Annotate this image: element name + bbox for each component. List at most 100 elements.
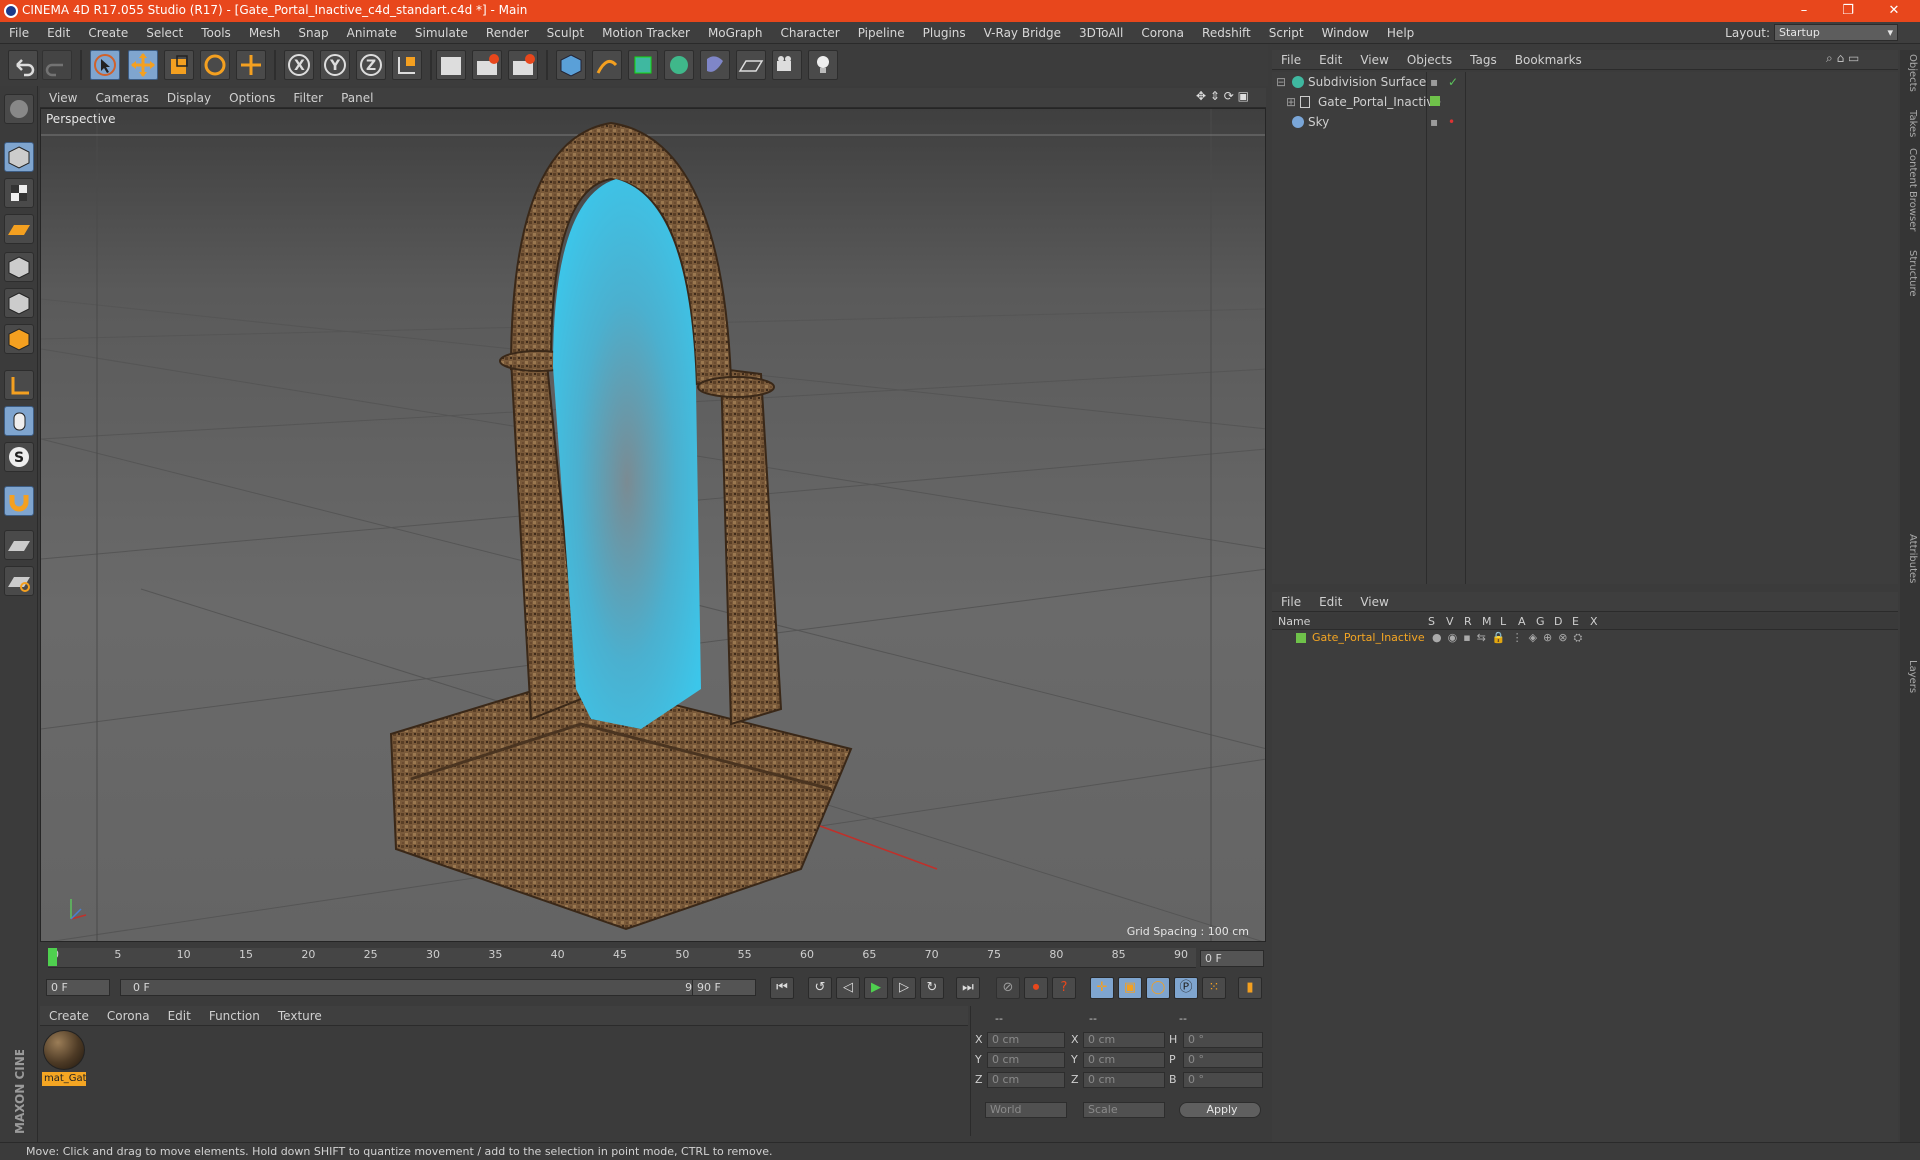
- coordinate-mode-dropdown[interactable]: World: [985, 1102, 1067, 1118]
- visibility-toggle[interactable]: ▪: [1430, 72, 1438, 92]
- rotation-p-field[interactable]: 0 °: [1183, 1052, 1263, 1068]
- planar-workplane-button[interactable]: [4, 566, 34, 596]
- key-rotation-button[interactable]: ◯: [1146, 977, 1170, 999]
- restore-button[interactable]: ❐: [1828, 2, 1868, 20]
- menu-redshift[interactable]: Redshift: [1193, 22, 1260, 44]
- coordinate-system-button[interactable]: [392, 50, 422, 80]
- model-mode-button[interactable]: [4, 142, 34, 172]
- position-z-field[interactable]: 0 cm: [987, 1072, 1065, 1088]
- object-menu-view[interactable]: View: [1351, 50, 1397, 70]
- camera-button[interactable]: [772, 50, 802, 80]
- record-keys-button[interactable]: ⊘: [996, 977, 1020, 999]
- expand-icon[interactable]: ⊞: [1286, 92, 1296, 112]
- timeline-ticks[interactable]: 051015202530354045505560657075808590: [48, 948, 1196, 968]
- size-mode-dropdown[interactable]: Scale: [1083, 1102, 1165, 1118]
- layer-menu-view[interactable]: View: [1351, 592, 1397, 612]
- workplane-button[interactable]: [4, 214, 34, 244]
- redo-button[interactable]: [42, 50, 72, 80]
- viewport-menu-display[interactable]: Display: [158, 88, 220, 108]
- menu-render[interactable]: Render: [477, 22, 538, 44]
- position-x-field[interactable]: 0 cm: [987, 1032, 1065, 1048]
- layer-row[interactable]: Gate_Portal_Inactive ●◉▪⇆🔒⋮◈⊕⊗⛭: [1272, 630, 1898, 646]
- frame-range-slider[interactable]: 0 F 90 F: [120, 979, 720, 996]
- timeline-window-button[interactable]: ▮: [1238, 977, 1262, 999]
- layer-flag-icons[interactable]: ●◉▪⇆🔒⋮◈⊕⊗⛭: [1432, 630, 1588, 646]
- subdivision-button[interactable]: [628, 50, 658, 80]
- menu-snap[interactable]: Snap: [289, 22, 337, 44]
- menu-script[interactable]: Script: [1260, 22, 1313, 44]
- key-pla-button[interactable]: ⁙: [1202, 977, 1226, 999]
- viewport-nav-icons[interactable]: ✥ ⇕ ⟳ ▣: [1196, 89, 1266, 107]
- object-row-gate[interactable]: ⊞ Gate_Portal_Inactive: [1272, 92, 1898, 112]
- menu-file[interactable]: File: [0, 22, 38, 44]
- viewport-menu-options[interactable]: Options: [220, 88, 284, 108]
- cloner-button[interactable]: [664, 50, 694, 80]
- menu-simulate[interactable]: Simulate: [406, 22, 477, 44]
- side-tab-objects[interactable]: Objects: [1902, 54, 1918, 92]
- deformer-button[interactable]: [700, 50, 730, 80]
- material-menu-create[interactable]: Create: [40, 1006, 98, 1026]
- size-y-field[interactable]: 0 cm: [1083, 1052, 1165, 1068]
- object-menu-file[interactable]: File: [1272, 50, 1310, 70]
- y-axis-lock-button[interactable]: Y: [320, 50, 350, 80]
- close-button[interactable]: ✕: [1874, 2, 1914, 20]
- rotation-h-field[interactable]: 0 °: [1183, 1032, 1263, 1048]
- menu-motion-tracker[interactable]: Motion Tracker: [593, 22, 699, 44]
- rotation-b-field[interactable]: 0 °: [1183, 1072, 1263, 1088]
- render-picture-viewer-button[interactable]: [472, 50, 502, 80]
- render-dot-icon[interactable]: •: [1448, 112, 1455, 132]
- rotate-tool-button[interactable]: [200, 50, 230, 80]
- material-menu-texture[interactable]: Texture: [269, 1006, 331, 1026]
- size-z-field[interactable]: 0 cm: [1083, 1072, 1165, 1088]
- menu-window[interactable]: Window: [1313, 22, 1378, 44]
- key-parameter-button[interactable]: Ⓟ: [1174, 977, 1198, 999]
- minimize-button[interactable]: –: [1784, 2, 1824, 20]
- layer-color-swatch[interactable]: [1430, 96, 1440, 106]
- edges-mode-button[interactable]: [4, 288, 34, 318]
- material-name[interactable]: mat_Gat: [42, 1072, 86, 1086]
- light-button[interactable]: [808, 50, 838, 80]
- menu-corona[interactable]: Corona: [1132, 22, 1193, 44]
- object-row-sky[interactable]: Sky ▪ •: [1272, 112, 1898, 132]
- transform-tool-button[interactable]: [236, 50, 266, 80]
- material-manager[interactable]: mat_Gat: [40, 1026, 968, 1136]
- side-tab-structure[interactable]: Structure: [1902, 250, 1918, 297]
- viewport-menu-view[interactable]: View: [40, 88, 86, 108]
- viewport-perspective[interactable]: Perspective Grid Spacing: 100 cm: [40, 108, 1266, 942]
- undo-button[interactable]: [8, 50, 38, 80]
- axis-mode-button[interactable]: [4, 370, 34, 400]
- end-frame-field[interactable]: 90 F: [692, 979, 756, 996]
- spline-pen-button[interactable]: [592, 50, 622, 80]
- key-scale-button[interactable]: ▣: [1118, 977, 1142, 999]
- menu-animate[interactable]: Animate: [338, 22, 406, 44]
- enabled-check-icon[interactable]: ✓: [1448, 72, 1458, 92]
- key-position-button[interactable]: ✛: [1090, 977, 1114, 999]
- side-tab-layers[interactable]: Layers: [1902, 660, 1918, 693]
- side-tab-content-browser[interactable]: Content Browser: [1902, 148, 1918, 231]
- layer-menu-edit[interactable]: Edit: [1310, 592, 1351, 612]
- x-axis-lock-button[interactable]: X: [284, 50, 314, 80]
- keyframe-selection-button[interactable]: ?: [1052, 977, 1076, 999]
- z-axis-lock-button[interactable]: Z: [356, 50, 386, 80]
- menu-3dtoall[interactable]: 3DToAll: [1070, 22, 1132, 44]
- texture-mode-button[interactable]: [4, 178, 34, 208]
- side-tab-attributes[interactable]: Attributes: [1902, 534, 1918, 583]
- play-button[interactable]: ▶: [864, 977, 888, 999]
- viewport-menu-filter[interactable]: Filter: [284, 88, 332, 108]
- menu-select[interactable]: Select: [137, 22, 192, 44]
- playhead-marker[interactable]: [48, 948, 57, 966]
- points-mode-button[interactable]: [4, 252, 34, 282]
- lock-workplane-button[interactable]: [4, 530, 34, 560]
- menu-mesh[interactable]: Mesh: [240, 22, 290, 44]
- menu-character[interactable]: Character: [771, 22, 848, 44]
- current-frame-field[interactable]: 0 F: [1200, 950, 1264, 967]
- previous-key-button[interactable]: ↺: [808, 977, 832, 999]
- render-settings-button[interactable]: [508, 50, 538, 80]
- menu-v-ray-bridge[interactable]: V-Ray Bridge: [975, 22, 1070, 44]
- layer-color-swatch[interactable]: [1296, 633, 1306, 643]
- size-x-field[interactable]: 0 cm: [1083, 1032, 1165, 1048]
- next-frame-button[interactable]: ▷: [892, 977, 916, 999]
- position-y-field[interactable]: 0 cm: [987, 1052, 1065, 1068]
- object-menu-edit[interactable]: Edit: [1310, 50, 1351, 70]
- next-key-button[interactable]: ↻: [920, 977, 944, 999]
